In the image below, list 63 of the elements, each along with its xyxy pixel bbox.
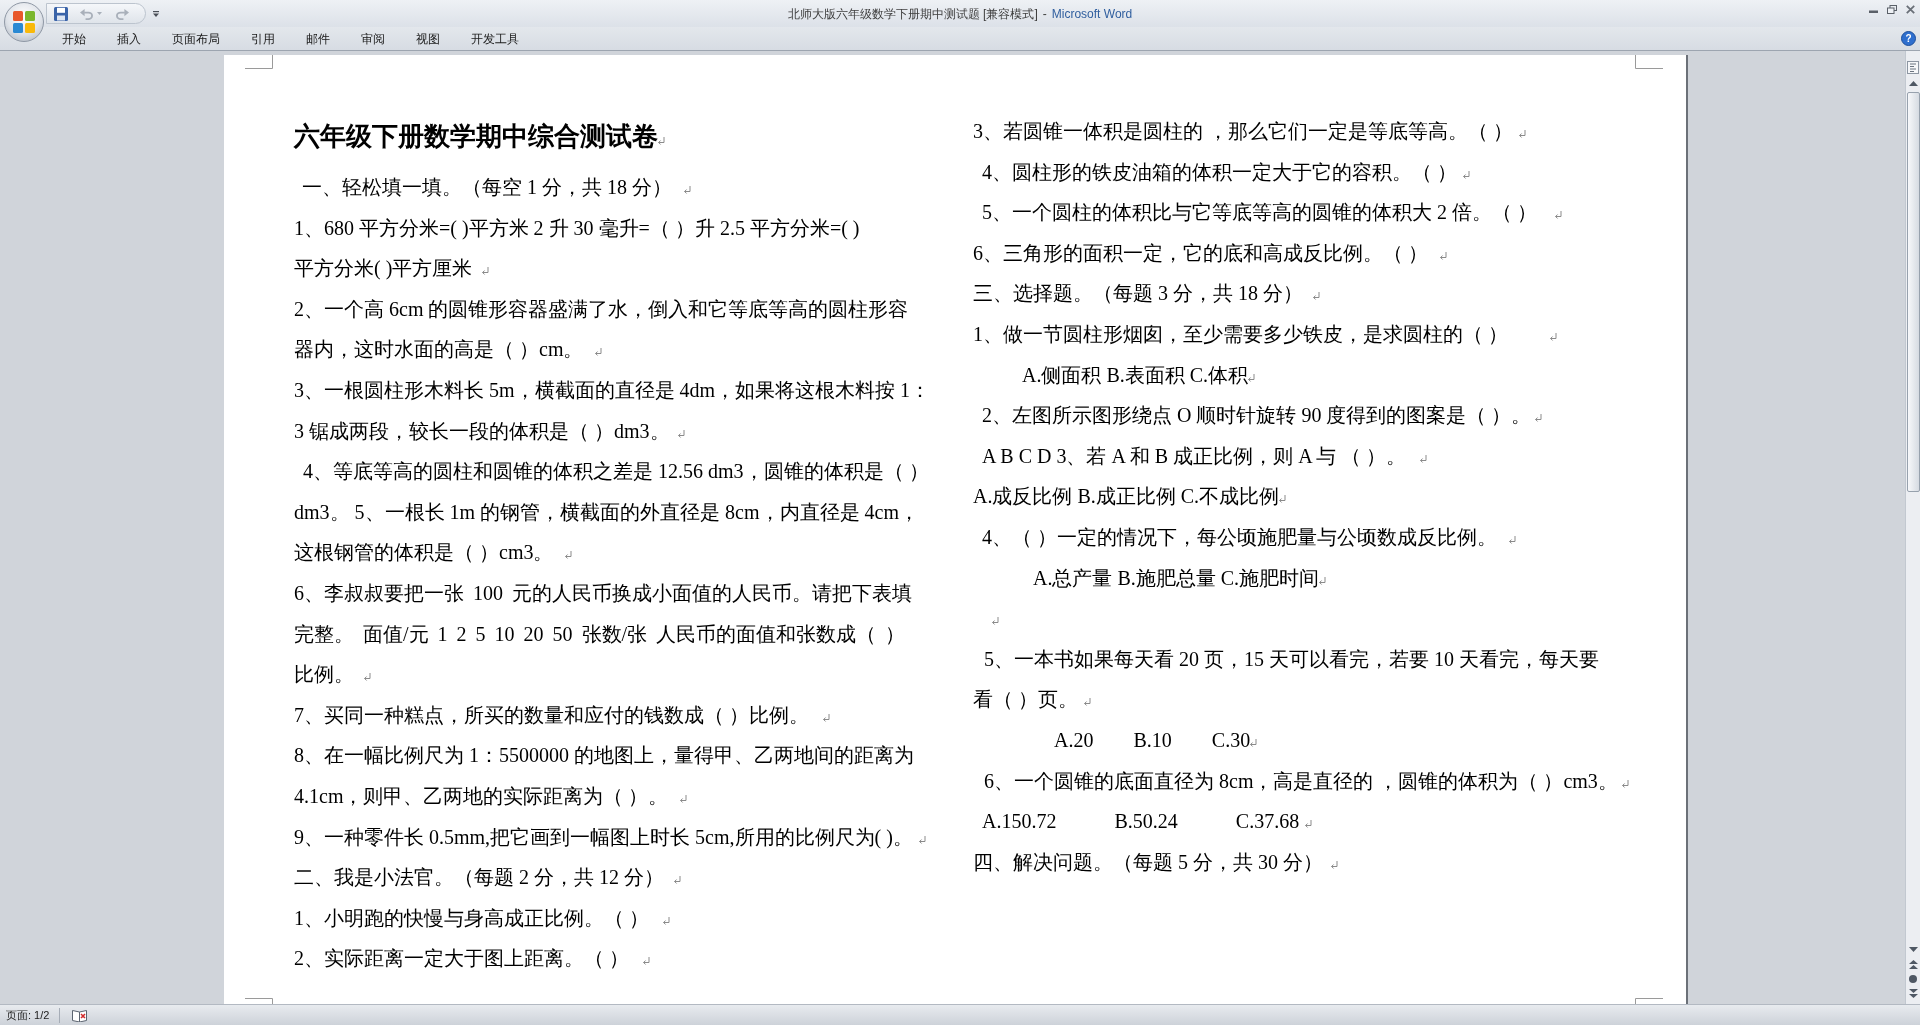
ruler-icon[interactable] <box>1907 61 1919 74</box>
answer-option: B.50.24 <box>1114 801 1178 842</box>
window-title: 北师大版六年级数学下册期中测试题 [兼容模式] <box>787 5 1038 22</box>
paragraph-text: A.侧面积 B.表面积 C.体积 <box>1022 363 1249 386</box>
next-page-icon[interactable] <box>1908 989 1918 998</box>
previous-page-icon[interactable] <box>1908 960 1918 969</box>
answer-option: C.37.68 <box>1235 801 1300 842</box>
scroll-up-arrow-icon[interactable] <box>1908 81 1918 86</box>
paragraph-text: 7、买同一种糕点，所买的数量和应付的钱数成（ ）比例。 <box>294 703 809 726</box>
paragraph-text: 1、做一节圆柱形烟囱，至少需要多少铁皮，是求圆柱的（ ） <box>973 322 1508 345</box>
title-separator: - <box>1042 5 1047 22</box>
crop-mark-icon <box>245 55 273 69</box>
ribbon-tab[interactable]: 页面布局 <box>156 28 235 49</box>
paragraph-text: 1、小明跑的快慢与身高成正比例。（ ） <box>294 906 649 929</box>
browse-object-icon[interactable] <box>1909 975 1917 983</box>
paragraph-text: 三、选择题。（每题 3 分，共 18 分） <box>973 282 1303 305</box>
scroll-thumb[interactable] <box>1906 92 1920 492</box>
paragraph-text: 6、三角形的面积一定，它的底和高成反比例。（ ） <box>973 241 1428 264</box>
squares-logo-icon <box>13 11 35 33</box>
paragraph-text: 9、一种零件长 0.5mm,把它画到一幅图上时长 5cm,所用的比例尺为( )。 <box>294 825 913 848</box>
paragraph-text: 二、我是小法官。（每题 2 分，共 12 分） <box>294 866 664 889</box>
book-icon[interactable] <box>72 1008 88 1022</box>
answer-option: A.20 <box>1054 719 1094 761</box>
paragraph-text: 8、在一幅比例尺为 1：5500000 的地图上，量得甲、乙两地间的距离为 4.1cm，则甲、乙两地的实际距离为（ ）。 <box>294 744 914 807</box>
paragraph-text: 3、若圆锥一体积是圆柱的 ，那么它们一定是等底等高。（ ） <box>973 120 1513 142</box>
help-button[interactable]: ? <box>1901 31 1916 46</box>
app-name: Microsoft Word <box>1051 5 1133 22</box>
paragraph-text: 2、一个高 6cm 的圆锥形容器盛满了水，倒入和它等底等高的圆柱形容器内，这时水面的高是（ ）cm。 <box>294 297 909 361</box>
answer-option: C.30 <box>1211 719 1251 761</box>
paragraph-text: 2、实际距离一定大于图上距离。（ ） <box>294 947 629 970</box>
paragraph-text: 6、一个圆锥的底面直径为 8cm，高是直径的 ，圆锥的体积为（ ）cm3。 <box>984 769 1618 792</box>
ribbon-tab[interactable]: 视图 <box>400 28 455 49</box>
ribbon-tab[interactable]: 插入 <box>101 28 156 49</box>
ribbon-tab[interactable]: 邮件 <box>290 28 345 49</box>
paragraph-text: 5、一个圆柱的体积比与它等底等高的圆锥的体积大 2 倍。（ ） <box>982 201 1537 224</box>
close-icon[interactable] <box>1906 5 1915 14</box>
page-indicator[interactable]: 页面: 1/2 <box>0 1008 50 1022</box>
document-title: 六年级下册数学期中综合测试卷 <box>294 122 658 151</box>
paragraph-text: 四、解决问题。（每题 5 分，共 30 分） <box>973 850 1323 873</box>
paragraph-text: 4、（ ）一定的情况下，每公顷施肥量与公顷数成反比例。 <box>982 525 1497 548</box>
restore-icon[interactable] <box>1887 5 1897 14</box>
paragraph-text: A.成反比例 B.成正比例 C.不成比例 <box>973 485 1280 508</box>
ribbon-tab[interactable]: 开发工具 <box>455 28 534 49</box>
ribbon-tab[interactable]: 开始 <box>46 28 101 49</box>
paragraph-text: 5、一本书如果每天看 20 页，15 天可以看完，若要 10 天看完，每天要看（ ）页。 <box>973 647 1599 711</box>
answer-option: A.150.72 <box>982 801 1057 842</box>
paragraph-text: A B C D 3、若 A 和 B 成正比例，则 A 与 （ ）。 <box>982 444 1407 467</box>
paragraph-text: 2、左图所示图形绕点 O 顺时针旋转 90 度得到的图案是（ ）。 <box>982 404 1532 427</box>
ribbon-tab[interactable]: 引用 <box>235 28 290 49</box>
paragraph-text: 1、680 平方分米=( )平方米 2 升 30 毫升=（ ）升 2.5 平方分米=( )平方分米( )平方厘米 <box>294 216 860 280</box>
paragraph-text: 一、轻松填一填。（每空 1 分，共 18 分） <box>302 176 672 198</box>
answer-option: B.10 <box>1133 719 1172 761</box>
paragraph-text: 4、等底等高的圆柱和圆锥的体积之差是 12.56 dm3，圆锥的体积是（ ）dm3。 5、一根长 1m 的钢管，横截面的外直径是 8cm，内直径是 4cm，这根钢管的体积是（ ）cm3。 <box>294 460 929 564</box>
crop-mark-icon <box>245 998 273 1004</box>
customize-caret-icon[interactable] <box>153 10 159 17</box>
ribbon-tab[interactable]: 审阅 <box>345 28 400 49</box>
crop-mark-icon <box>1635 55 1663 69</box>
paragraph-text: 4、圆柱形的铁皮油箱的体积一定大于它的容积。（ ） <box>982 160 1457 183</box>
crop-mark-icon <box>1635 998 1663 1004</box>
paragraph-text: 6、李叔叔要把一张 100 元的人民币换成小面值的人民币。请把下表填完整。 面值/元 1 2 5 10 20 50 张数/张 人民币的面值和张数成（ ）比例。 <box>294 581 912 686</box>
scroll-down-arrow-icon[interactable] <box>1908 947 1918 952</box>
paragraph-text: A.总产量 B.施肥总量 C.施肥时间 <box>1033 566 1320 589</box>
paragraph-text: 3、一根圆柱形木料长 5m，横截面的直径是 4dm，如果将这根木料按 1：3 锯成两段，较长一段的体积是（ ）dm3。 <box>294 378 931 442</box>
